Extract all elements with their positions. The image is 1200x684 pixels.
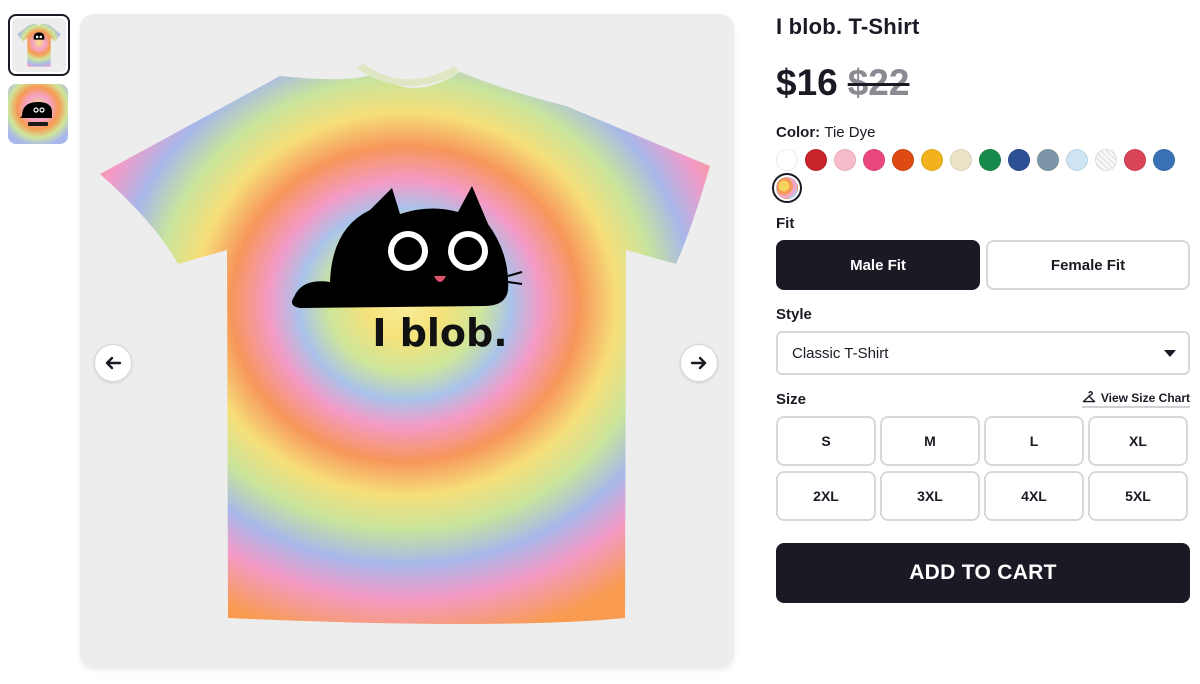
color-label-text: Color: [776, 124, 821, 141]
color-selector: Color: Tie Dye [772, 124, 1190, 203]
product-image-viewer: I blob. [80, 14, 734, 668]
size-option-3xl[interactable]: 3XL [880, 471, 980, 521]
size-option-5xl[interactable]: 5XL [1088, 471, 1188, 521]
style-selected-value: Classic T-Shirt [792, 344, 889, 362]
thumbnail-design[interactable] [8, 84, 68, 144]
style-label: Style [776, 306, 812, 323]
size-option-2xl[interactable]: 2XL [776, 471, 876, 521]
hanger-icon [1082, 391, 1096, 403]
style-dropdown[interactable]: Classic T-Shirt [776, 331, 1190, 375]
view-size-chart-link[interactable]: View Size Chart [1081, 391, 1190, 408]
color-swatch[interactable] [892, 149, 914, 171]
color-swatch[interactable] [950, 149, 972, 171]
thumbnail-design-image [8, 84, 68, 144]
size-header: Size View Size Chart [776, 391, 1190, 408]
color-selected-value: Tie Dye [824, 124, 876, 141]
caret-down-icon [1164, 349, 1176, 357]
color-swatch-heather[interactable] [1095, 149, 1117, 171]
sale-price: $16 [776, 62, 838, 103]
size-label: Size [776, 391, 807, 408]
fit-options: Male Fit Female Fit [776, 240, 1190, 290]
size-option-s[interactable]: S [776, 416, 876, 466]
thumbnail-strip [8, 14, 70, 152]
color-swatches [772, 149, 1196, 203]
size-option-4xl[interactable]: 4XL [984, 471, 1084, 521]
fit-option-male[interactable]: Male Fit [776, 240, 980, 290]
shirt-print-text: I blob. [372, 311, 507, 355]
product-options-panel: I blob. T-Shirt $16 $22 Color: Tie Dye F… [772, 14, 1190, 603]
color-swatch[interactable] [1066, 149, 1088, 171]
next-image-button[interactable] [680, 344, 718, 382]
size-option-xl[interactable]: XL [1088, 416, 1188, 466]
add-to-cart-button[interactable]: ADD TO CART [776, 543, 1190, 603]
color-swatch[interactable] [1124, 149, 1146, 171]
color-swatch[interactable] [776, 149, 798, 171]
size-options: S M L XL 2XL 3XL 4XL 5XL [776, 416, 1190, 521]
arrow-right-icon [690, 356, 707, 370]
size-chart-text: View Size Chart [1100, 391, 1190, 405]
product-title: I blob. T-Shirt [776, 14, 920, 39]
original-price: $22 [847, 62, 910, 103]
color-swatch[interactable] [979, 149, 1001, 171]
size-option-m[interactable]: M [880, 416, 980, 466]
color-swatch[interactable] [1008, 149, 1030, 171]
fit-label: Fit [776, 215, 795, 232]
tshirt-image: I blob. [100, 64, 710, 624]
color-swatch[interactable] [834, 149, 856, 171]
color-swatch[interactable] [1153, 149, 1175, 171]
color-swatch[interactable] [863, 149, 885, 171]
thumbnail-shirt-image [12, 18, 66, 72]
previous-image-button[interactable] [94, 344, 132, 382]
color-swatch[interactable] [805, 149, 827, 171]
color-swatch[interactable] [921, 149, 943, 171]
color-swatch-tie-dye[interactable] [772, 173, 802, 203]
color-label: Color: Tie Dye [776, 124, 1190, 141]
size-option-l[interactable]: L [984, 416, 1084, 466]
thumbnail-shirt[interactable] [8, 14, 70, 76]
color-swatch[interactable] [1037, 149, 1059, 171]
price-row: $16 $22 [776, 62, 1190, 104]
arrow-left-icon [105, 356, 122, 370]
fit-option-female[interactable]: Female Fit [986, 240, 1190, 290]
